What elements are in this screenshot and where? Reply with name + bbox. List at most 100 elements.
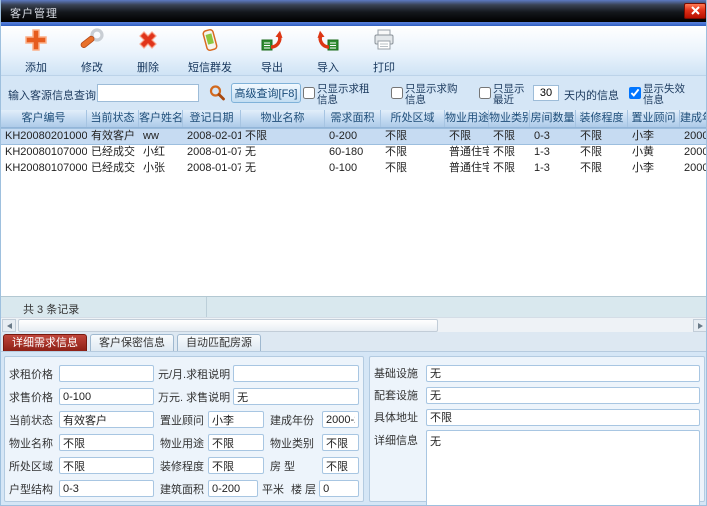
table-row[interactable]: KH200802010001 有效客户 ww 2008-02-01 ( 不限 0…	[1, 128, 707, 145]
col-header-use[interactable]: 物业用途	[445, 110, 489, 127]
only-buy-checkbox[interactable]	[391, 87, 403, 99]
status-divider	[206, 297, 207, 318]
only-buy-checkbox-group: 只显示求购信息	[391, 84, 463, 106]
only-rent-label: 只显示求租信息	[317, 84, 375, 106]
days-suffix-label: 天内的信息	[564, 87, 619, 103]
cell-name: ww	[139, 129, 183, 144]
only-recent-checkbox[interactable]	[479, 87, 491, 99]
col-header-reg-date[interactable]: 登记日期	[183, 110, 241, 127]
scrollbar-thumb[interactable]	[18, 319, 438, 332]
import-button[interactable]: 导入	[303, 28, 353, 74]
sale-price-field[interactable]	[59, 388, 154, 405]
import-button-label: 导入	[317, 59, 339, 75]
search-input[interactable]	[97, 84, 199, 102]
plus-icon	[23, 27, 49, 58]
cell-property-name: 不限	[241, 129, 325, 144]
export-button[interactable]: 导出	[247, 28, 297, 74]
cell-reg-date: 2008-02-01 (	[183, 129, 241, 144]
tab-detail-demand[interactable]: 详细需求信息	[3, 334, 87, 351]
col-header-category[interactable]: 物业类别	[489, 110, 530, 127]
support-facility-field[interactable]	[426, 387, 700, 404]
demand-panel: 求租价格 元/月.求租说明 求售价格 万元. 求售说明 当前状态 置业顾问 建成…	[4, 356, 364, 502]
built-year-field[interactable]	[322, 411, 359, 428]
tab-customer-confidential[interactable]: 客户保密信息	[90, 334, 174, 351]
col-header-consultant[interactable]: 置业顾问	[628, 110, 680, 127]
title-bar: 客户管理	[1, 0, 707, 22]
col-header-name[interactable]: 客户姓名	[139, 110, 183, 127]
cell-category: 不限	[489, 145, 530, 161]
status-bar: 共 3 条记录	[1, 296, 707, 317]
cell-name: 小红	[139, 145, 183, 161]
detail-info-field[interactable]: 无	[426, 430, 700, 506]
tab-auto-match-housing[interactable]: 自动匹配房源	[177, 334, 261, 351]
col-header-rooms[interactable]: 房间数量	[530, 110, 576, 127]
cell-consultant: 小李	[628, 161, 680, 177]
import-arrow-icon	[315, 27, 341, 58]
sale-unit-desc-label: 万元. 求售说明	[154, 389, 233, 405]
unit-structure-field[interactable]	[59, 480, 154, 497]
add-button[interactable]: 添加	[11, 28, 61, 74]
cell-built-year: 2000	[680, 161, 707, 177]
col-header-status[interactable]: 当前状态	[87, 110, 139, 127]
room-type-field[interactable]	[322, 457, 359, 474]
advanced-query-button[interactable]: 高级查询[F8]	[231, 83, 301, 103]
table-row[interactable]: KH200801070002 已经成交 小红 2008-01-07 ( 无 60…	[1, 145, 707, 161]
property-name-label: 物业名称	[9, 435, 59, 451]
delete-button[interactable]: 删除	[123, 28, 173, 74]
scroll-left-arrow-icon[interactable]	[2, 319, 16, 332]
detail-form-area: 求租价格 元/月.求租说明 求售价格 万元. 求售说明 当前状态 置业顾问 建成…	[1, 352, 707, 506]
cell-rooms: 1-3	[530, 145, 576, 161]
cell-region: 不限	[381, 129, 445, 144]
table-row[interactable]: KH200801070001 已经成交 小张 2008-01-07 ( 无 0-…	[1, 161, 707, 177]
cell-built-year: 2000	[680, 145, 707, 161]
cell-area: 0-200	[325, 129, 381, 144]
col-header-area[interactable]: 需求面积	[325, 110, 381, 127]
show-expired-checkbox[interactable]	[629, 87, 641, 99]
cell-status: 有效客户	[87, 129, 139, 144]
cell-property-name: 无	[241, 161, 325, 177]
modify-button[interactable]: 修改	[67, 28, 117, 74]
col-header-region[interactable]: 所处区域	[381, 110, 445, 127]
region-decoration-row: 所处区域 装修程度 房 型	[9, 454, 359, 477]
build-area-field[interactable]	[208, 480, 258, 497]
floor-field[interactable]	[319, 480, 359, 497]
col-header-built-year[interactable]: 建成年份	[680, 110, 707, 127]
days-input[interactable]	[533, 85, 559, 101]
print-button[interactable]: 打印	[359, 28, 409, 74]
region-field[interactable]	[59, 457, 154, 474]
cell-use: 不限	[445, 129, 489, 144]
address-field[interactable]	[426, 409, 700, 426]
scroll-right-arrow-icon[interactable]	[693, 319, 707, 332]
rent-price-field[interactable]	[59, 365, 154, 382]
only-recent-checkbox-group: 只显示最近	[479, 84, 529, 106]
property-category-label: 物业类别	[270, 435, 322, 451]
only-rent-checkbox[interactable]	[303, 87, 315, 99]
sms-broadcast-button[interactable]: 短信群发	[179, 28, 241, 74]
basic-facility-field[interactable]	[426, 365, 700, 382]
rent-unit-desc-label: 元/月.求租说明	[154, 366, 233, 382]
property-category-field[interactable]	[322, 434, 359, 451]
property-name-field[interactable]	[59, 434, 154, 451]
sale-desc-field[interactable]	[233, 388, 359, 405]
current-status-label: 当前状态	[9, 412, 59, 428]
decoration-field[interactable]	[208, 457, 264, 474]
col-header-decoration[interactable]: 装修程度	[576, 110, 628, 127]
current-status-field[interactable]	[59, 411, 154, 428]
cell-reg-date: 2008-01-07 (	[183, 145, 241, 161]
rent-desc-field[interactable]	[233, 365, 359, 382]
record-count: 共 3 条记录	[23, 301, 79, 317]
horizontal-scrollbar[interactable]	[1, 317, 707, 332]
col-header-customer-no[interactable]: 客户编号	[1, 110, 87, 127]
customer-management-window: 客户管理 添加 修改	[0, 0, 707, 506]
property-use-field[interactable]	[208, 434, 264, 451]
search-icon[interactable]	[207, 83, 227, 103]
col-header-property-name[interactable]: 物业名称	[241, 110, 325, 127]
detail-info-row: 详细信息 无	[374, 430, 700, 506]
consultant-field[interactable]	[208, 411, 264, 428]
print-button-label: 打印	[373, 59, 395, 75]
cell-decoration: 不限	[576, 145, 628, 161]
close-button[interactable]	[684, 3, 706, 19]
basic-facility-label: 基础设施	[374, 365, 426, 381]
toolbar: 添加 修改 删除	[1, 26, 707, 76]
only-recent-label: 只显示最近	[493, 84, 529, 106]
